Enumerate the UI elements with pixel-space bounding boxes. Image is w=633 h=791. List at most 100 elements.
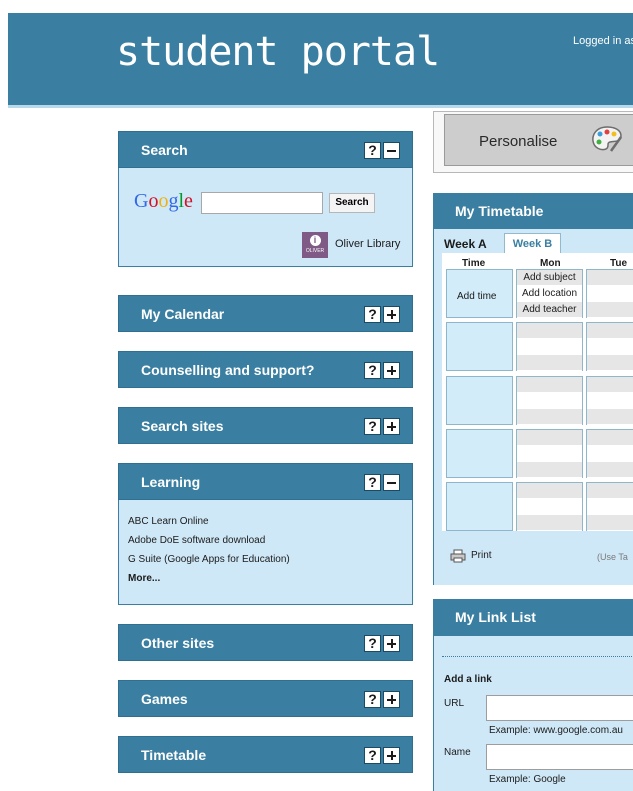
learning-widget-header: Learning ? <box>118 463 413 500</box>
oliver-library-link[interactable]: Oliver Library <box>335 238 400 250</box>
counselling-widget-title: Counselling and support? <box>141 362 315 378</box>
tue-period-cell[interactable] <box>586 269 633 318</box>
google-search-input[interactable] <box>201 192 323 214</box>
url-input[interactable] <box>486 695 633 721</box>
learning-help-button[interactable]: ? <box>364 474 381 491</box>
link-list-title: My Link List <box>455 609 536 625</box>
tab-week-a[interactable]: Week A <box>444 237 487 251</box>
personalise-panel: Personalise <box>433 111 633 173</box>
counselling-widget: Counselling and support? ? <box>118 351 413 388</box>
learning-links: ABC Learn Online Adobe DoE software down… <box>118 500 413 605</box>
timetable-widget-header[interactable]: Timetable ? <box>118 736 413 773</box>
counselling-expand-button[interactable] <box>383 362 400 379</box>
site-logo[interactable]: student portal <box>116 29 440 75</box>
column-header-mon: Mon <box>540 258 561 269</box>
other-sites-help-button[interactable]: ? <box>364 635 381 652</box>
header-divider <box>8 105 633 108</box>
link-list-divider <box>442 656 633 657</box>
games-expand-button[interactable] <box>383 691 400 708</box>
add-subject-link[interactable]: Add subject <box>517 270 582 286</box>
my-timetable-body: Week A Week B Time Mon Tue Add time Add … <box>433 229 633 585</box>
calendar-widget: My Calendar ? <box>118 295 413 332</box>
print-link[interactable]: Print <box>471 550 492 561</box>
name-input[interactable] <box>486 744 633 770</box>
search-sites-help-button[interactable]: ? <box>364 418 381 435</box>
learning-more-link[interactable]: More... <box>128 573 412 587</box>
palette-icon <box>592 126 623 152</box>
search-widget-title: Search <box>141 142 188 158</box>
personalise-label: Personalise <box>479 133 558 150</box>
personalise-button[interactable]: Personalise <box>444 114 633 166</box>
calendar-expand-button[interactable] <box>383 306 400 323</box>
timetable-widget-title: Timetable <box>141 747 207 763</box>
my-timetable-title: My Timetable <box>455 203 544 219</box>
calendar-help-button[interactable]: ? <box>364 306 381 323</box>
counselling-widget-header[interactable]: Counselling and support? ? <box>118 351 413 388</box>
timetable-widget: Timetable ? <box>118 736 413 773</box>
tab-week-b[interactable]: Week B <box>504 233 561 253</box>
link-list-header: My Link List <box>433 599 633 636</box>
games-help-button[interactable]: ? <box>364 691 381 708</box>
timetable-expand-button[interactable] <box>383 747 400 764</box>
learning-widget: Learning ? ABC Learn Online Adobe DoE so… <box>118 463 413 605</box>
add-teacher-link[interactable]: Add teacher <box>517 302 582 318</box>
mon-period-cell[interactable] <box>516 482 583 531</box>
mon-period-cell[interactable] <box>516 429 583 478</box>
search-widget: Search ? Google Search i OLIVER Oliver Li… <box>118 131 413 267</box>
time-cell[interactable] <box>446 429 513 478</box>
tue-period-cell[interactable] <box>586 322 633 371</box>
oliver-library-icon[interactable]: i OLIVER <box>302 232 328 258</box>
search-sites-widget: Search sites ? <box>118 407 413 444</box>
games-widget-title: Games <box>141 691 188 707</box>
mon-period-cell[interactable]: Add subject Add location Add teacher <box>516 269 583 318</box>
google-search-button[interactable]: Search <box>329 193 375 213</box>
printer-icon[interactable] <box>450 549 466 563</box>
other-sites-widget: Other sites ? <box>118 624 413 661</box>
counselling-help-button[interactable]: ? <box>364 362 381 379</box>
time-cell[interactable] <box>446 322 513 371</box>
google-logo: Google <box>134 190 193 212</box>
tue-period-cell[interactable] <box>586 376 633 425</box>
name-label: Name <box>444 747 471 758</box>
my-timetable-header: My Timetable <box>433 193 633 229</box>
games-widget-header[interactable]: Games ? <box>118 680 413 717</box>
tue-period-cell[interactable] <box>586 482 633 531</box>
learning-collapse-button[interactable] <box>383 474 400 491</box>
search-widget-header: Search ? <box>118 131 413 168</box>
search-help-button[interactable]: ? <box>364 142 381 159</box>
mon-period-cell[interactable] <box>516 376 583 425</box>
learning-widget-title: Learning <box>141 474 201 490</box>
url-example: Example: www.google.com.au <box>489 725 623 736</box>
time-cell[interactable]: Add time <box>446 269 513 318</box>
add-time-link[interactable]: Add time <box>457 291 496 302</box>
calendar-widget-header[interactable]: My Calendar ? <box>118 295 413 332</box>
link-list-body: Add a link URL Example: www.google.com.a… <box>433 636 633 791</box>
learning-link[interactable]: Adobe DoE software download <box>128 535 412 554</box>
search-collapse-button[interactable] <box>383 142 400 159</box>
learning-link[interactable]: G Suite (Google Apps for Education) <box>128 554 412 573</box>
time-cell[interactable] <box>446 482 513 531</box>
timetable-hint: (Use Ta <box>597 552 628 562</box>
learning-link[interactable]: ABC Learn Online <box>128 516 412 535</box>
site-header: student portal Logged in as <box>8 13 633 105</box>
add-location-link[interactable]: Add location <box>517 286 582 302</box>
calendar-widget-title: My Calendar <box>141 306 225 322</box>
other-sites-widget-title: Other sites <box>141 635 215 651</box>
search-widget-body: Google Search i OLIVER Oliver Library <box>118 168 413 267</box>
search-sites-widget-title: Search sites <box>141 418 224 434</box>
column-header-time: Time <box>462 258 486 269</box>
name-example: Example: Google <box>489 774 566 785</box>
search-sites-widget-header[interactable]: Search sites ? <box>118 407 413 444</box>
games-widget: Games ? <box>118 680 413 717</box>
add-link-heading: Add a link <box>444 674 492 685</box>
time-cell[interactable] <box>446 376 513 425</box>
other-sites-widget-header[interactable]: Other sites ? <box>118 624 413 661</box>
mon-period-cell[interactable] <box>516 322 583 371</box>
search-sites-expand-button[interactable] <box>383 418 400 435</box>
tue-period-cell[interactable] <box>586 429 633 478</box>
login-status: Logged in as <box>573 35 633 47</box>
other-sites-expand-button[interactable] <box>383 635 400 652</box>
column-header-tue: Tue <box>610 258 628 269</box>
timetable-help-button[interactable]: ? <box>364 747 381 764</box>
url-label: URL <box>444 698 465 709</box>
